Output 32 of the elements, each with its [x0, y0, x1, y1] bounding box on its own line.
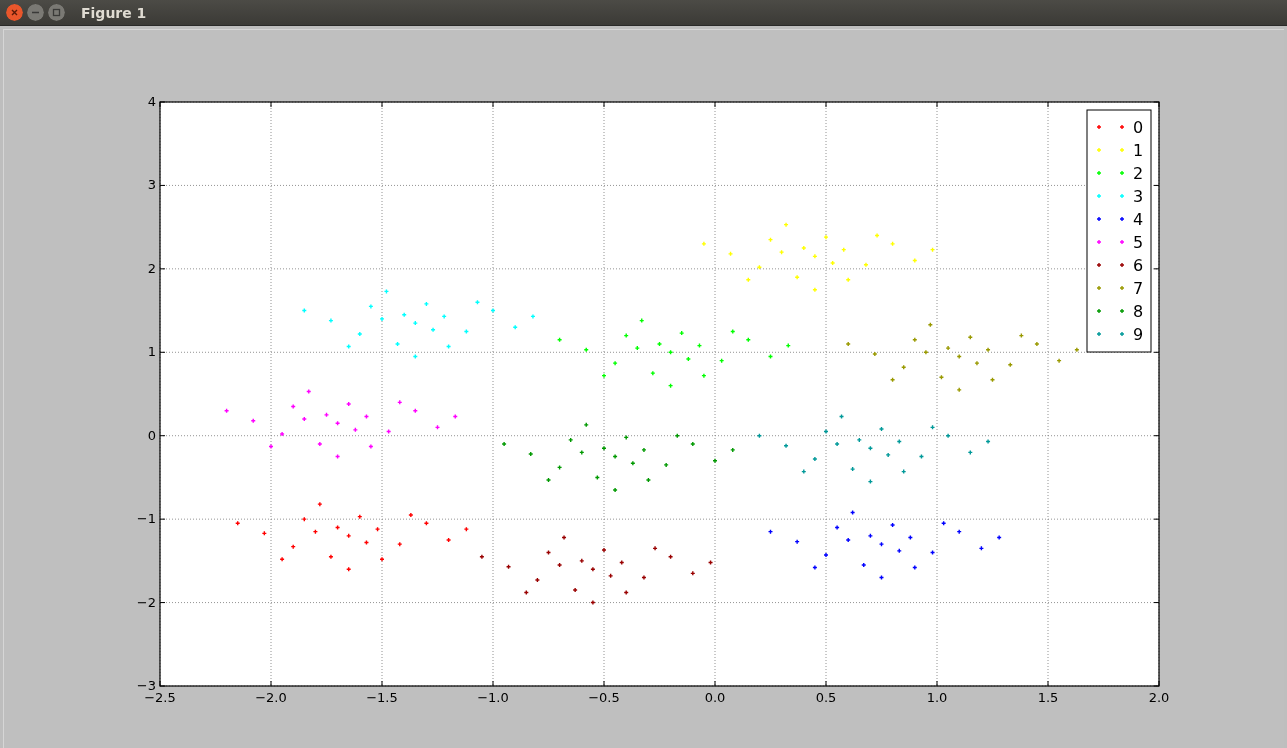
y-tick-label: −1 — [136, 511, 156, 527]
legend-label: 1 — [1133, 141, 1144, 160]
legend-label: 8 — [1133, 302, 1144, 321]
y-tick-label: 4 — [147, 94, 156, 109]
y-tick-label: 3 — [147, 177, 156, 193]
close-button[interactable] — [6, 4, 23, 21]
maximize-button[interactable] — [48, 4, 65, 21]
x-tick-label: 1.5 — [1037, 690, 1059, 705]
legend-label: 6 — [1133, 256, 1144, 275]
legend-label: 2 — [1133, 164, 1144, 183]
y-tick-label: 0 — [147, 427, 156, 443]
x-tick-label: −0.5 — [588, 690, 620, 705]
legend-label: 5 — [1133, 233, 1144, 252]
x-tick-label: 0.5 — [815, 690, 837, 705]
y-tick-label: 2 — [147, 260, 156, 276]
y-tick-label: −3 — [136, 678, 156, 693]
x-tick-label: −1.5 — [366, 690, 398, 705]
y-tick-label: −2 — [136, 594, 156, 610]
minimize-button[interactable] — [27, 4, 44, 21]
x-tick-label: −2.5 — [144, 690, 176, 705]
x-tick-label: −1.0 — [477, 690, 509, 705]
legend-label: 3 — [1133, 187, 1144, 206]
y-tick-label: 1 — [147, 344, 156, 360]
x-tick-label: −2.0 — [255, 690, 287, 705]
window-title: Figure 1 — [81, 4, 147, 21]
x-tick-label: 0.0 — [704, 690, 726, 705]
legend-label: 7 — [1133, 279, 1144, 298]
legend-label: 0 — [1133, 118, 1144, 137]
x-tick-label: 1.0 — [926, 690, 948, 705]
legend-label: 4 — [1133, 210, 1144, 229]
x-tick-label: 2.0 — [1148, 690, 1170, 705]
legend-label: 9 — [1133, 325, 1144, 344]
